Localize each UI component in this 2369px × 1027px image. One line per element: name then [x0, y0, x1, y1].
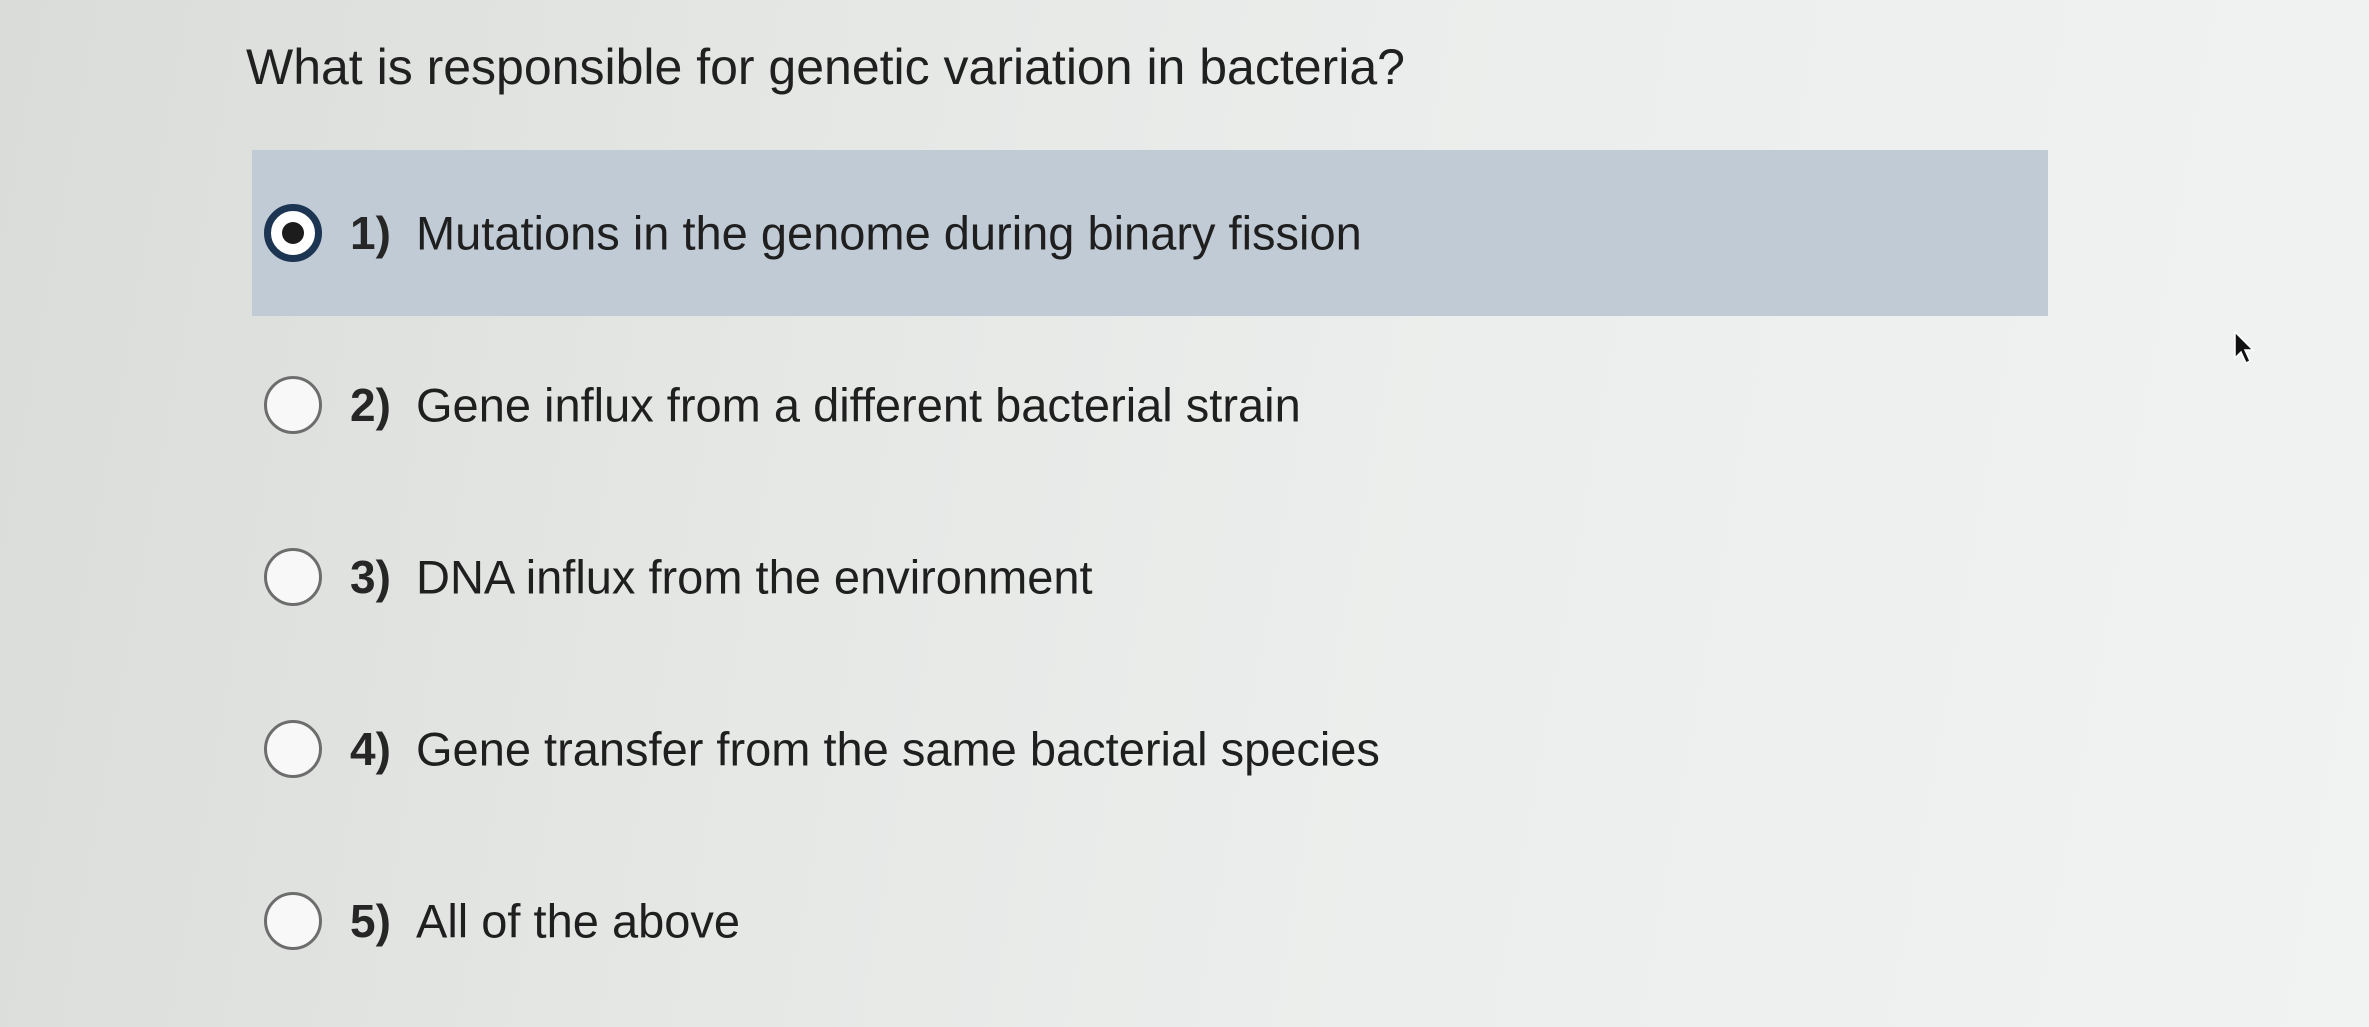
option-label: DNA influx from the environment — [416, 550, 1093, 604]
mouse-cursor-icon — [2234, 330, 2255, 365]
option-label: Gene influx from a different bacterial s… — [416, 378, 1301, 432]
radio-unselected-icon[interactable] — [264, 892, 322, 950]
radio-selected-icon[interactable] — [264, 204, 322, 262]
option-1[interactable]: 1) Mutations in the genome during binary… — [252, 150, 2048, 316]
option-number: 5) — [350, 895, 391, 947]
option-label: Mutations in the genome during binary fi… — [416, 206, 1362, 260]
option-4[interactable]: 4) Gene transfer from the same bacterial… — [252, 666, 2048, 832]
option-2[interactable]: 2) Gene influx from a different bacteria… — [252, 322, 2048, 488]
option-label: Gene transfer from the same bacterial sp… — [416, 722, 1380, 776]
radio-unselected-icon[interactable] — [264, 720, 322, 778]
option-5[interactable]: 5) All of the above — [252, 838, 2048, 1004]
radio-unselected-icon[interactable] — [264, 548, 322, 606]
radio-unselected-icon[interactable] — [264, 376, 322, 434]
option-number: 4) — [350, 723, 391, 775]
option-3[interactable]: 3) DNA influx from the environment — [252, 494, 2048, 660]
option-number: 3) — [350, 551, 391, 603]
option-label: All of the above — [416, 894, 740, 948]
question-text: What is responsible for genetic variatio… — [246, 39, 1405, 95]
option-number: 1) — [350, 207, 391, 259]
option-number: 2) — [350, 379, 391, 431]
radio-dot — [282, 222, 304, 244]
